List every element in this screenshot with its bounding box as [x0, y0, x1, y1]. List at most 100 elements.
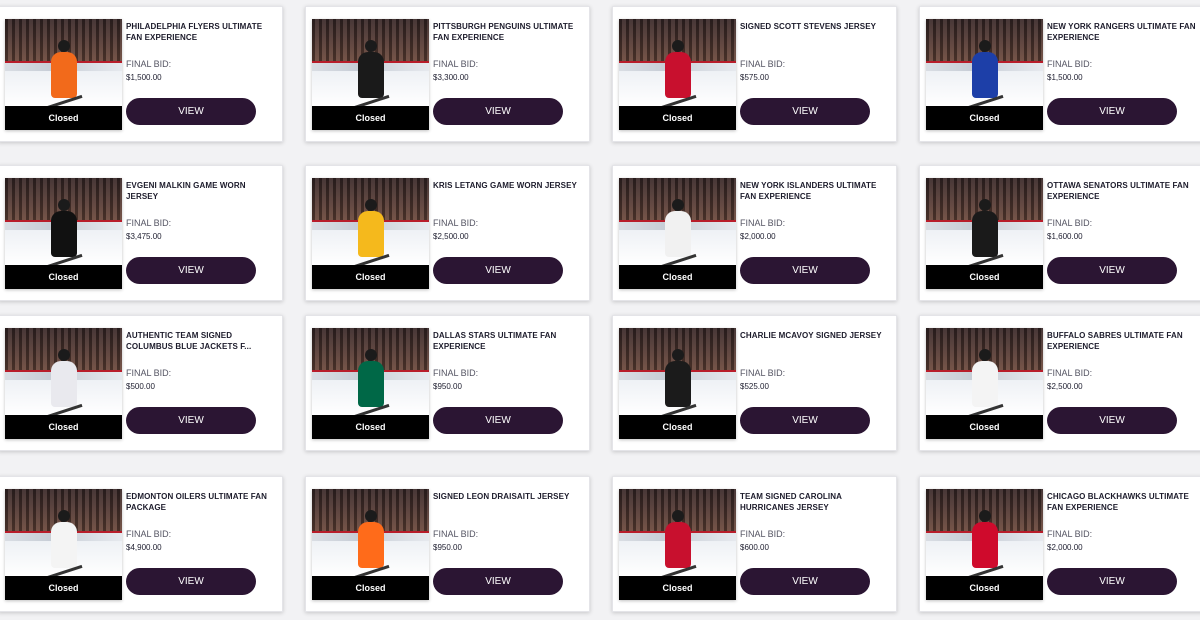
view-button[interactable]: VIEW — [433, 98, 563, 125]
item-title[interactable]: SIGNED SCOTT STEVENS JERSEY — [740, 21, 890, 32]
item-thumbnail[interactable]: Closed — [312, 328, 429, 439]
auction-card: Closed SIGNED SCOTT STEVENS JERSEY FINAL B… — [612, 6, 897, 142]
final-bid-value: $950.00 — [433, 543, 462, 552]
final-bid-label: FINAL BID: — [433, 218, 479, 228]
player-figure — [664, 40, 691, 98]
view-button[interactable]: VIEW — [433, 257, 563, 284]
item-title[interactable]: TEAM SIGNED CAROLINA HURRICANES JERSEY — [740, 491, 890, 513]
final-bid-label: FINAL BID: — [126, 529, 172, 539]
item-thumbnail[interactable]: Closed — [926, 19, 1043, 130]
view-button[interactable]: VIEW — [433, 568, 563, 595]
player-figure — [971, 199, 998, 257]
final-bid-label: FINAL BID: — [433, 529, 479, 539]
final-bid-value: $2,000.00 — [1047, 543, 1083, 552]
player-figure — [664, 349, 691, 407]
view-button[interactable]: VIEW — [1047, 407, 1177, 434]
final-bid-value: $525.00 — [740, 382, 769, 391]
item-photo — [312, 178, 429, 265]
item-title[interactable]: CHICAGO BLACKHAWKS ULTIMATE FAN EXPERIEN… — [1047, 491, 1197, 513]
final-bid-label: FINAL BID: — [126, 59, 172, 69]
item-thumbnail[interactable]: Closed — [312, 178, 429, 289]
item-thumbnail[interactable]: Closed — [619, 489, 736, 600]
item-title[interactable]: DALLAS STARS ULTIMATE FAN EXPERIENCE — [433, 330, 583, 352]
view-button[interactable]: VIEW — [1047, 98, 1177, 125]
item-thumbnail[interactable]: Closed — [5, 19, 122, 130]
item-title[interactable]: EDMONTON OILERS ULTIMATE FAN PACKAGE — [126, 491, 276, 513]
final-bid-label: FINAL BID: — [126, 368, 172, 378]
item-title[interactable]: PHILADELPHIA FLYERS ULTIMATE FAN EXPERIE… — [126, 21, 276, 43]
view-button[interactable]: VIEW — [740, 98, 870, 125]
player-figure — [357, 510, 384, 568]
status-badge: Closed — [619, 265, 736, 289]
auction-card: Closed CHARLIE MCAVOY SIGNED JERSEY FINAL … — [612, 315, 897, 451]
view-button[interactable]: VIEW — [126, 257, 256, 284]
view-button[interactable]: VIEW — [1047, 568, 1177, 595]
auction-card: Closed PHILADELPHIA FLYERS ULTIMATE FAN E… — [0, 6, 283, 142]
item-thumbnail[interactable]: Closed — [5, 328, 122, 439]
item-thumbnail[interactable]: Closed — [926, 178, 1043, 289]
view-button[interactable]: VIEW — [433, 407, 563, 434]
item-thumbnail[interactable]: Closed — [312, 489, 429, 600]
item-photo — [926, 178, 1043, 265]
item-thumbnail[interactable]: Closed — [619, 178, 736, 289]
view-button[interactable]: VIEW — [126, 568, 256, 595]
status-badge: Closed — [5, 265, 122, 289]
view-button[interactable]: VIEW — [740, 257, 870, 284]
final-bid-label: FINAL BID: — [740, 529, 786, 539]
status-badge: Closed — [5, 415, 122, 439]
item-photo — [5, 178, 122, 265]
item-thumbnail[interactable]: Closed — [312, 19, 429, 130]
item-title[interactable]: CHARLIE MCAVOY SIGNED JERSEY — [740, 330, 890, 341]
final-bid-value: $1,500.00 — [1047, 73, 1083, 82]
status-badge: Closed — [312, 106, 429, 130]
status-badge: Closed — [312, 576, 429, 600]
final-bid-value: $575.00 — [740, 73, 769, 82]
item-photo — [926, 489, 1043, 576]
view-button[interactable]: VIEW — [740, 407, 870, 434]
auction-card: Closed TEAM SIGNED CAROLINA HURRICANES JE… — [612, 476, 897, 612]
status-badge: Closed — [619, 415, 736, 439]
final-bid-value: $600.00 — [740, 543, 769, 552]
view-button[interactable]: VIEW — [1047, 257, 1177, 284]
player-figure — [357, 199, 384, 257]
item-thumbnail[interactable]: Closed — [5, 178, 122, 289]
item-thumbnail[interactable]: Closed — [926, 489, 1043, 600]
status-badge: Closed — [312, 415, 429, 439]
auction-card: Closed AUTHENTIC TEAM SIGNED COLUMBUS BLU… — [0, 315, 283, 451]
auction-card: Closed EVGENI MALKIN GAME WORN JERSEY FINA… — [0, 165, 283, 301]
item-photo — [619, 328, 736, 415]
item-title[interactable]: OTTAWA SENATORS ULTIMATE FAN EXPERIENCE — [1047, 180, 1197, 202]
item-title[interactable]: BUFFALO SABRES ULTIMATE FAN EXPERIENCE — [1047, 330, 1197, 352]
auction-card: Closed BUFFALO SABRES ULTIMATE FAN EXPERI… — [919, 315, 1200, 451]
item-thumbnail[interactable]: Closed — [5, 489, 122, 600]
item-title[interactable]: SIGNED LEON DRAISAITL JERSEY — [433, 491, 583, 502]
final-bid-label: FINAL BID: — [126, 218, 172, 228]
player-figure — [664, 510, 691, 568]
final-bid-label: FINAL BID: — [740, 368, 786, 378]
final-bid-value: $1,600.00 — [1047, 232, 1083, 241]
final-bid-value: $4,900.00 — [126, 543, 162, 552]
item-thumbnail[interactable]: Closed — [619, 19, 736, 130]
item-title[interactable]: AUTHENTIC TEAM SIGNED COLUMBUS BLUE JACK… — [126, 330, 276, 352]
item-title[interactable]: KRIS LETANG GAME WORN JERSEY — [433, 180, 583, 191]
auction-card: Closed DALLAS STARS ULTIMATE FAN EXPERIEN… — [305, 315, 590, 451]
view-button[interactable]: VIEW — [126, 407, 256, 434]
player-figure — [50, 349, 77, 407]
status-badge: Closed — [926, 576, 1043, 600]
view-button[interactable]: VIEW — [740, 568, 870, 595]
item-title[interactable]: PITTSBURGH PENGUINS ULTIMATE FAN EXPERIE… — [433, 21, 583, 43]
final-bid-label: FINAL BID: — [433, 368, 479, 378]
final-bid-value: $1,500.00 — [126, 73, 162, 82]
item-thumbnail[interactable]: Closed — [926, 328, 1043, 439]
item-photo — [312, 19, 429, 106]
final-bid-value: $3,300.00 — [433, 73, 469, 82]
item-thumbnail[interactable]: Closed — [619, 328, 736, 439]
item-title[interactable]: NEW YORK RANGERS ULTIMATE FAN EXPERIENCE — [1047, 21, 1197, 43]
item-photo — [5, 328, 122, 415]
final-bid-value: $2,000.00 — [740, 232, 776, 241]
item-title[interactable]: EVGENI MALKIN GAME WORN JERSEY — [126, 180, 276, 202]
auction-card: Closed CHICAGO BLACKHAWKS ULTIMATE FAN EX… — [919, 476, 1200, 612]
player-figure — [664, 199, 691, 257]
view-button[interactable]: VIEW — [126, 98, 256, 125]
item-title[interactable]: NEW YORK ISLANDERS ULTIMATE FAN EXPERIEN… — [740, 180, 890, 202]
